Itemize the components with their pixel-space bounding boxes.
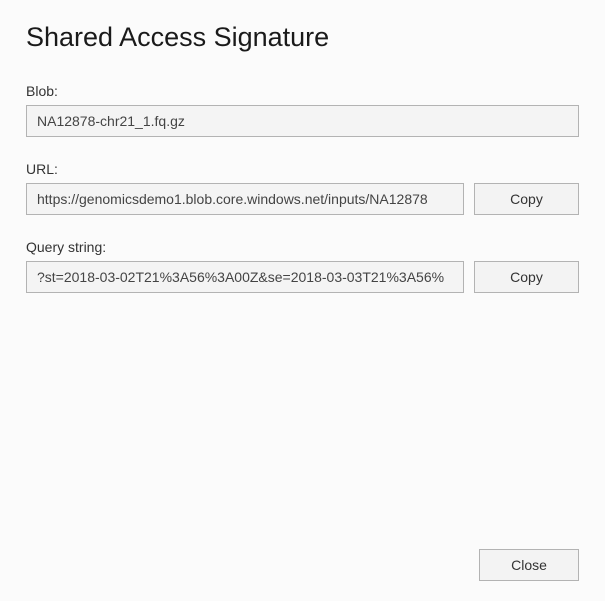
query-row: Copy: [26, 261, 579, 293]
url-field-group: URL: Copy: [26, 161, 579, 215]
blob-row: [26, 105, 579, 137]
blob-field-group: Blob:: [26, 83, 579, 137]
url-row: Copy: [26, 183, 579, 215]
dialog-container: Shared Access Signature Blob: URL: Copy …: [0, 0, 605, 601]
blob-input[interactable]: [26, 105, 579, 137]
url-input[interactable]: [26, 183, 464, 215]
copy-query-button[interactable]: Copy: [474, 261, 579, 293]
query-input[interactable]: [26, 261, 464, 293]
query-field-group: Query string: Copy: [26, 239, 579, 293]
copy-url-button[interactable]: Copy: [474, 183, 579, 215]
blob-label: Blob:: [26, 83, 579, 99]
dialog-title: Shared Access Signature: [26, 22, 579, 53]
close-button[interactable]: Close: [479, 549, 579, 581]
url-label: URL:: [26, 161, 579, 177]
dialog-footer: Close: [479, 549, 579, 581]
query-label: Query string:: [26, 239, 579, 255]
